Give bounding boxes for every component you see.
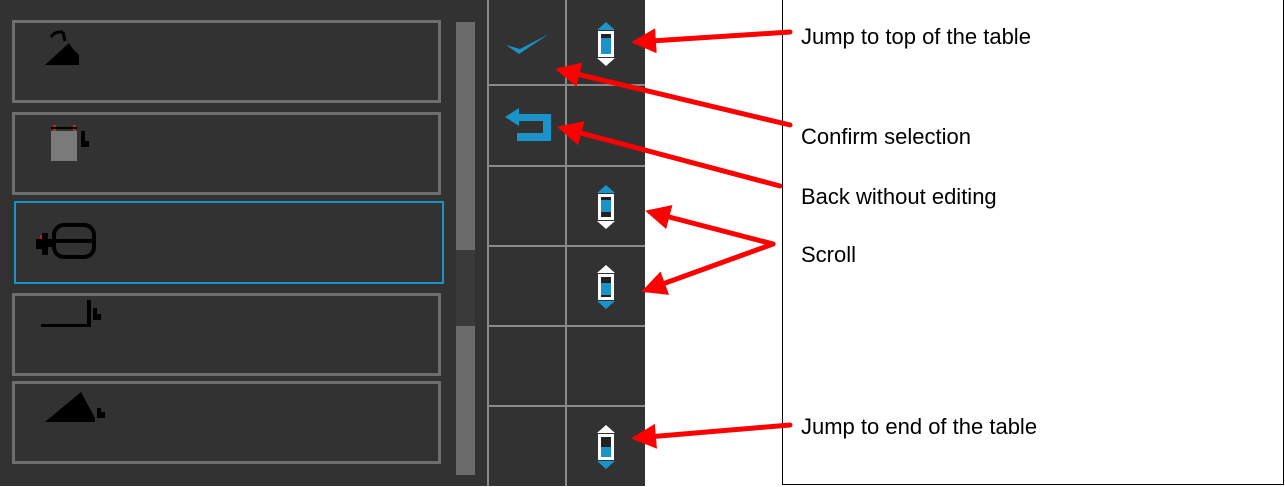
front-loader-icon [45,392,105,422]
arrow-jump-end [631,422,793,449]
annotation-box: Jump to top of the table Confirm selecti… [782,0,1284,485]
confirm-button[interactable] [489,4,567,84]
list-item-front-loader[interactable] [12,381,441,464]
grading-blade-icon [45,30,79,65]
arrow-jump-top [631,28,793,54]
scroll-up-icon [597,185,615,229]
scrollbar-track[interactable] [456,22,475,475]
arrow-scroll-down [641,241,776,295]
jump-end-icon [597,425,615,469]
back-button[interactable] [489,86,567,166]
button-grid [487,0,645,486]
jump-top-button[interactable] [567,4,645,84]
jump-end-button[interactable] [567,407,645,487]
list-item-mulcher[interactable] [14,201,444,284]
counterweight-icon [51,125,89,161]
list-item-counterweight[interactable] [12,112,441,195]
arrow-scroll-up [645,204,776,247]
mulcher-head-icon [36,223,96,259]
label-jump-top: Jump to top of the table [801,24,1031,49]
back-arrow-icon [505,108,551,141]
label-confirm: Confirm selection [801,124,971,149]
scrollbar-thumb[interactable] [456,250,475,326]
label-jump-end: Jump to end of the table [801,414,1038,439]
scroll-down-button[interactable] [567,247,645,327]
scroll-up-button[interactable] [567,167,645,247]
list-item-pallet-fork[interactable] [12,293,441,376]
jump-top-icon [597,22,615,66]
label-back: Back without editing [801,184,997,209]
scroll-down-icon [597,265,615,309]
checkmark-icon [506,34,549,54]
label-scroll: Scroll [801,242,857,267]
implement-list [0,0,450,486]
list-item-blade[interactable] [12,20,441,103]
pallet-fork-icon [41,300,101,327]
terminal-panel [0,0,645,486]
